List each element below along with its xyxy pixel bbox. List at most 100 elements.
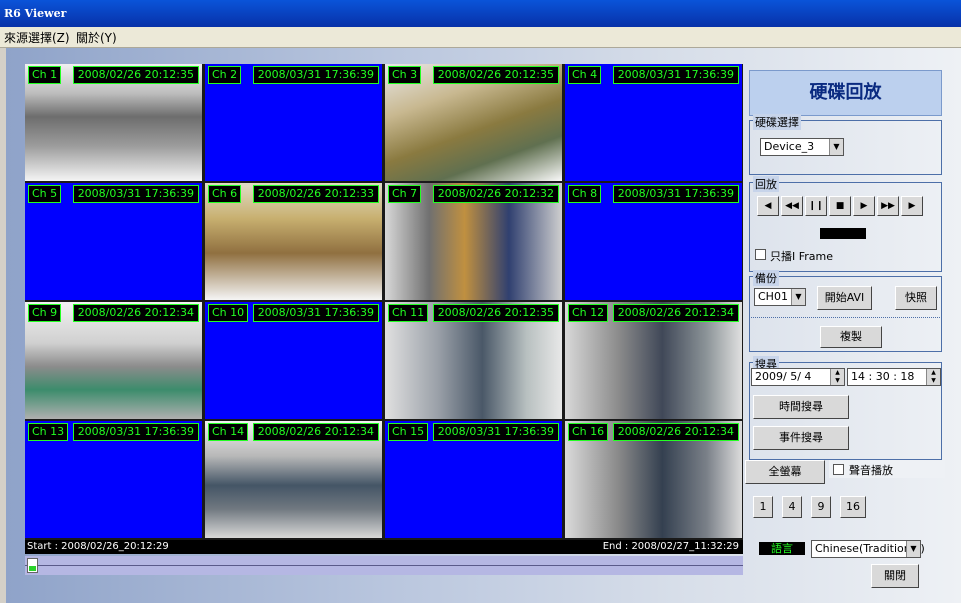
step-back-icon: ◀ [764,201,772,211]
channel-cell[interactable]: Ch 16 2008/02/26 20:12:34 [565,421,742,538]
snapshot-button[interactable]: 快照 [895,286,937,310]
channel-cell[interactable]: Ch 12 2008/02/26 20:12:34 [565,302,742,419]
channel-cell[interactable]: Ch 8 2008/03/31 17:36:39 [565,183,742,300]
channel-label: Ch 2 [208,66,242,84]
disk-select-dropdown[interactable]: Device_3 ▼ [760,138,844,156]
channel-timestamp: 2008/02/26 20:12:35 [432,304,559,322]
language-label: 語言 [759,542,805,555]
search-time-value: 14 : 30 : 18 [851,370,915,383]
channel-label: Ch 7 [388,185,422,203]
fullscreen-button[interactable]: 全螢幕 [745,460,825,484]
fast-forward-button[interactable]: ▶▶ [877,196,899,216]
channel-label: Ch 10 [208,304,249,322]
channel-cell[interactable]: Ch 10 2008/03/31 17:36:39 [205,302,382,419]
channel-cell[interactable]: Ch 5 2008/03/31 17:36:39 [25,183,202,300]
play-button[interactable]: ▶ [853,196,875,216]
channel-cell[interactable]: Ch 3 2008/02/26 20:12:35 [385,64,562,181]
title-bar: R6 Viewer [0,0,961,27]
control-panel: 硬碟回放 硬碟選擇 Device_3 ▼ 回放 ◀ ◀◀ ❙❙ ■ ▶ ▶▶ ▶… [745,60,946,590]
pause-button[interactable]: ❙❙ [805,196,827,216]
channel-timestamp: 2008/03/31 17:36:39 [612,66,739,84]
channel-timestamp: 2008/03/31 17:36:39 [252,66,379,84]
channel-cell[interactable]: Ch 15 2008/03/31 17:36:39 [385,421,562,538]
channel-cell[interactable]: Ch 9 2008/02/26 20:12:34 [25,302,202,419]
menu-bar: 來源選擇(Z) 關於(Y) [0,27,961,48]
channel-timestamp: 2008/02/26 20:12:33 [252,185,379,203]
channel-timestamp: 2008/02/26 20:12:35 [72,66,199,84]
time-search-button[interactable]: 時間搜尋 [753,395,849,419]
channel-cell[interactable]: Ch 14 2008/02/26 20:12:34 [205,421,382,538]
backup-label: 備份 [753,270,779,286]
rewind-button[interactable]: ◀◀ [781,196,803,216]
channel-timestamp: 2008/02/26 20:12:34 [252,423,379,441]
stop-button[interactable]: ■ [829,196,851,216]
fast-forward-icon: ▶▶ [881,201,895,211]
timeline-slider[interactable] [25,556,743,575]
step-forward-icon: ▶ [908,201,916,211]
speed-display [820,228,866,239]
channel-label: Ch 12 [568,304,609,322]
menu-source-select[interactable]: 來源選擇(Z) [4,29,70,46]
channel-label: Ch 13 [28,423,69,441]
channel-cell[interactable]: Ch 6 2008/02/26 20:12:33 [205,183,382,300]
layout-4-button[interactable]: 4 [782,496,802,518]
close-button[interactable]: 關閉 [871,564,919,588]
stop-icon: ■ [835,201,845,211]
channel-label: Ch 9 [28,304,62,322]
search-time-field[interactable]: 14 : 30 : 18 ▲ ▼ [847,368,941,386]
channel-timestamp: 2008/02/26 20:12:32 [432,185,559,203]
channel-label: Ch 5 [28,185,62,203]
channel-timestamp: 2008/02/26 20:12:34 [72,304,199,322]
window-title: R6 Viewer [4,7,67,20]
channel-timestamp: 2008/03/31 17:36:39 [72,185,199,203]
only-iframe-label: 只播I Frame [770,250,834,263]
backup-channel-dropdown[interactable]: CH01 ▼ [754,288,806,306]
menu-about[interactable]: 關於(Y) [76,29,117,46]
copy-button[interactable]: 複製 [820,326,882,348]
step-forward-button[interactable]: ▶ [901,196,923,216]
channel-timestamp: 2008/03/31 17:36:39 [612,185,739,203]
chevron-down-icon: ▼ [906,541,920,557]
channel-timestamp: 2008/03/31 17:36:39 [432,423,559,441]
channel-label: Ch 4 [568,66,602,84]
spin-icon: ▲ ▼ [926,369,940,385]
step-back-button[interactable]: ◀ [757,196,779,216]
channel-timestamp: 2008/02/26 20:12:34 [612,304,739,322]
slider-thumb[interactable] [27,558,38,573]
only-iframe-checkbox[interactable] [755,249,766,260]
channel-cell[interactable]: Ch 11 2008/02/26 20:12:35 [385,302,562,419]
audio-checkbox[interactable] [833,464,844,475]
channel-grid: Ch 1 2008/02/26 20:12:35 Ch 2 2008/03/31 17… [25,64,743,540]
audio-label: 聲音播放 [849,464,893,477]
channel-label: Ch 15 [388,423,429,441]
channel-timestamp: 2008/02/26 20:12:34 [612,423,739,441]
channel-cell[interactable]: Ch 7 2008/02/26 20:12:32 [385,183,562,300]
search-date-field[interactable]: 2009/ 5/ 4 ▲ ▼ [751,368,845,386]
rewind-icon: ◀◀ [785,201,799,211]
start-avi-button[interactable]: 開始AVI [817,286,872,310]
layout-9-button[interactable]: 9 [811,496,831,518]
timeline-end: End : 2008/02/27_11:32:29 [602,541,739,552]
channel-cell[interactable]: Ch 1 2008/02/26 20:12:35 [25,64,202,181]
layout-16-button[interactable]: 16 [840,496,866,518]
chevron-down-icon: ▼ [829,139,843,155]
event-search-button[interactable]: 事件搜尋 [753,426,849,450]
channel-cell[interactable]: Ch 2 2008/03/31 17:36:39 [205,64,382,181]
timeline-start: Start : 2008/02/26_20:12:29 [27,541,169,552]
layout-1-button[interactable]: 1 [753,496,773,518]
backup-divider [751,317,940,318]
channel-label: Ch 1 [28,66,62,84]
chevron-down-icon: ▼ [791,289,805,305]
channel-label: Ch 6 [208,185,242,203]
channel-timestamp: 2008/02/26 20:12:35 [432,66,559,84]
spin-icon: ▲ ▼ [830,369,844,385]
channel-timestamp: 2008/03/31 17:36:39 [252,304,379,322]
language-dropdown[interactable]: Chinese(Traditional) ▼ [811,540,925,558]
channel-cell[interactable]: Ch 4 2008/03/31 17:36:39 [565,64,742,181]
channel-cell[interactable]: Ch 13 2008/03/31 17:36:39 [25,421,202,538]
play-icon: ▶ [860,201,868,211]
panel-title: 硬碟回放 [749,70,942,116]
channel-label: Ch 8 [568,185,602,203]
slider-track [25,565,743,566]
channel-label: Ch 3 [388,66,422,84]
